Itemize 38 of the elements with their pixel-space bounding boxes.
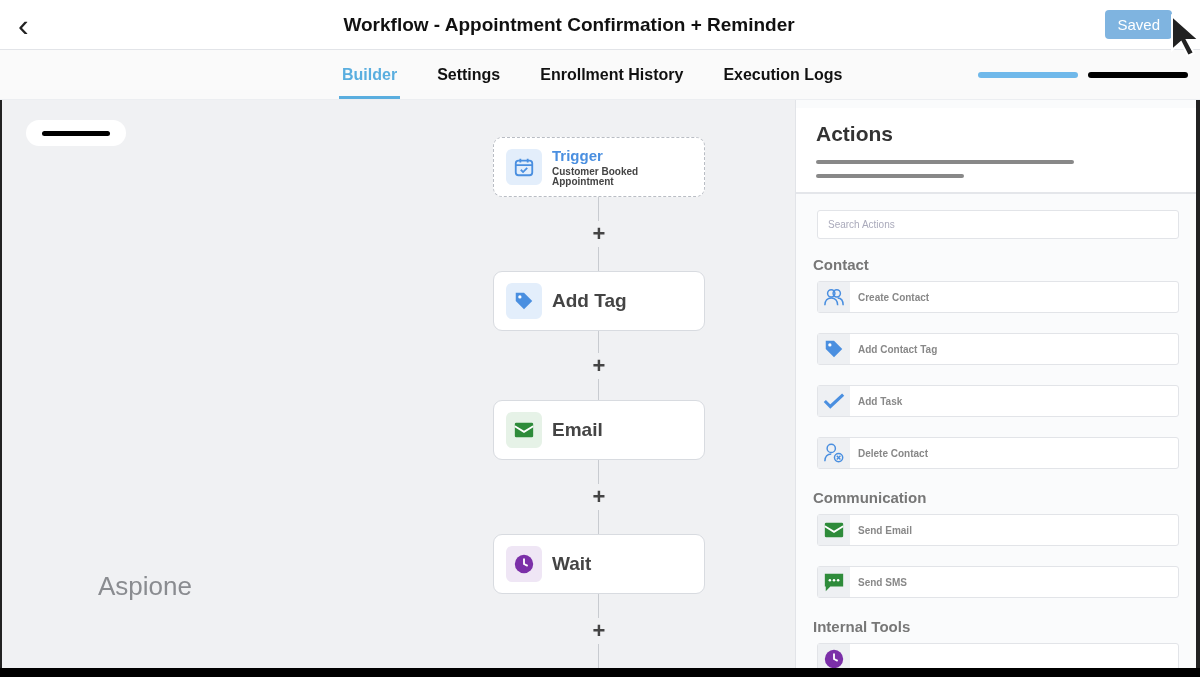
workflow-node[interactable]: Wait xyxy=(493,534,705,595)
workflow-node[interactable]: Add Tag xyxy=(493,270,705,331)
section-heading: Contact xyxy=(813,256,870,273)
add-step-button[interactable]: + xyxy=(592,222,606,245)
clock-icon xyxy=(823,648,845,668)
tab[interactable]: Settings xyxy=(434,50,504,99)
action-item[interactable]: Create Contact xyxy=(817,281,1179,313)
node-title: Wait xyxy=(552,553,592,576)
window-title: Workflow - Appointment Confirmation + Reminder xyxy=(342,13,796,36)
action-item[interactable]: Send Email xyxy=(817,514,1179,546)
action-item[interactable]: Add Task xyxy=(817,385,1179,417)
chat-icon xyxy=(823,571,845,593)
trigger-node[interactable]: Trigger Customer Booked Appointment xyxy=(493,137,705,197)
node-subtitle: Customer Booked Appointment xyxy=(552,167,640,187)
section-heading: Communication xyxy=(813,489,928,506)
clock-icon xyxy=(513,553,535,576)
back-button[interactable]: ‹ xyxy=(14,8,33,41)
action-item[interactable]: Send SMS xyxy=(817,566,1179,598)
calendar-icon xyxy=(513,156,535,178)
workflow-node[interactable]: Email xyxy=(493,400,705,461)
node-title: Email xyxy=(552,419,603,442)
section-heading: Internal Tools xyxy=(813,618,912,635)
node-title: Trigger xyxy=(552,147,604,164)
node-title: Add Tag xyxy=(552,289,627,312)
tab[interactable]: Execution Logs xyxy=(720,50,846,99)
panel-title: Actions xyxy=(816,122,894,146)
brand-text: Aspione xyxy=(98,571,193,602)
search-field[interactable]: Search Actions xyxy=(817,210,1179,239)
add-step-button[interactable]: + xyxy=(592,620,606,643)
add-step-button[interactable]: + xyxy=(592,486,606,509)
tag-icon xyxy=(823,338,845,360)
add-step-button[interactable]: + xyxy=(592,354,606,377)
tab[interactable]: Enrollment History xyxy=(537,50,687,99)
action-item[interactable] xyxy=(817,643,1179,668)
action-item[interactable]: Delete Contact xyxy=(817,437,1179,469)
action-item[interactable]: Add Contact Tag xyxy=(817,333,1179,365)
user-remove-icon xyxy=(823,442,845,464)
users-icon xyxy=(823,286,845,308)
